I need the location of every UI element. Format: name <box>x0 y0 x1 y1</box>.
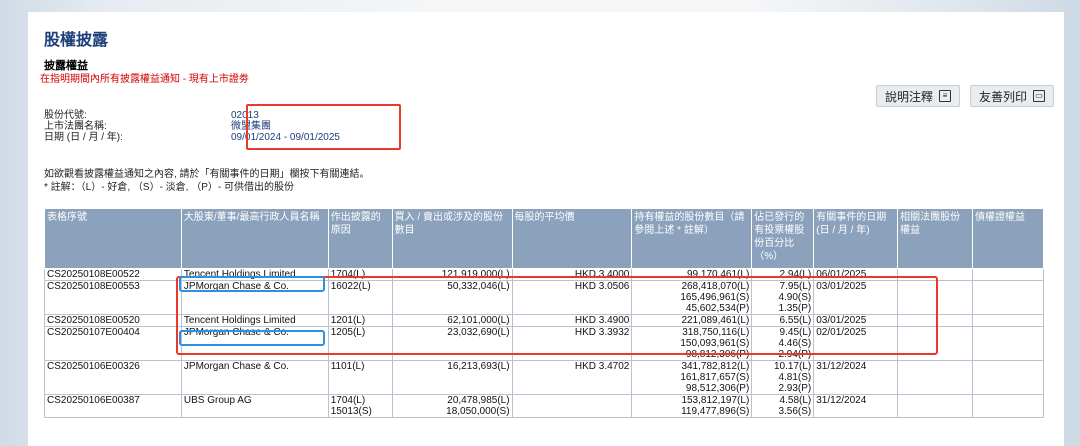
col-header: 債權證權益 <box>972 208 1044 269</box>
stock-code-label: 股份代號: <box>44 110 87 121</box>
cell-id[interactable]: CS20250108E00553 <box>44 280 182 315</box>
notice-text: 在指明期間內所有披露權益通知 - 現有上市證劵 <box>40 74 249 85</box>
disclosure-panel: 股權披露 披露權益 在指明期間內所有披露權益通知 - 現有上市證劵 說明注釋 ≡… <box>28 12 1064 446</box>
highlight-box-tencent-1 <box>179 276 325 292</box>
table-row: CS20250106E00326 JPMorgan Chase & Co. 1101… <box>44 360 1044 395</box>
cell-pct: 10.17(L) 4.81(S) 2.93(P) <box>751 360 815 395</box>
col-header: 買入 / 賣出或涉及的股份數目 <box>391 208 513 269</box>
col-header: 作出披露的原因 <box>327 208 393 269</box>
cell-shares: 20,478,985(L) 18,050,000(S) <box>391 394 513 418</box>
table-header-row: 表格序號 大股東/董事/最高行政人員名稱 作出披露的原因 買入 / 賣出或涉及的… <box>44 208 1044 269</box>
cell-pct: 4.58(L) 3.56(S) <box>751 394 815 418</box>
date-label: 日期 (日 / 月 / 年): <box>44 132 123 143</box>
cell-name: JPMorgan Chase & Co. <box>180 360 329 395</box>
toolbar: 說明注釋 ≡ 友善列印 ▭ <box>875 85 1054 107</box>
document-icon: ≡ <box>938 90 951 102</box>
cell-id[interactable]: CS20250108E00520 <box>44 314 182 327</box>
instructions: 如欲觀看披露權益通知之內容, 請於「有關事件的日期」欄按下有關連結。 * 註解：… <box>44 168 370 194</box>
print-button[interactable]: 友善列印 ▭ <box>969 85 1054 107</box>
instruction-line-2: * 註解：（L）- 好倉, （S）- 淡倉, （P）- 可供借出的股份 <box>44 182 295 193</box>
col-header: 有關事件的日期 (日 / 月 / 年) <box>813 208 899 269</box>
page-title: 股權披露 <box>44 32 109 49</box>
highlight-box-tencent-2 <box>179 330 325 346</box>
cell-empty <box>972 360 1044 395</box>
cell-reason: 1704(L) 15013(S) <box>327 394 393 418</box>
col-header: 佔已發行的有投票權股份百分比（%） <box>751 208 815 269</box>
cell-empty <box>897 394 974 418</box>
cell-held: 153,812,197(L) 119,477,896(S) <box>631 394 753 418</box>
cell-price: HKD 3.4702 <box>511 360 633 395</box>
cell-id[interactable]: CS20250106E00326 <box>44 360 182 395</box>
col-header: 表格序號 <box>44 208 182 269</box>
cell-id[interactable]: CS20250106E00387 <box>44 394 182 418</box>
cell-empty <box>897 360 974 395</box>
cell-name: UBS Group AG <box>180 394 329 418</box>
instruction-line-1: 如欲觀看披露權益通知之內容, 請於「有關事件的日期」欄按下有關連結。 <box>44 169 370 180</box>
print-label: 友善列印 <box>978 89 1027 104</box>
col-header: 每股的平均價 <box>511 208 633 269</box>
cell-date[interactable]: 31/12/2024 <box>813 394 899 418</box>
highlight-box-info <box>246 104 401 150</box>
cell-price <box>511 394 633 418</box>
cell-held: 341,782,812(L) 161,817,657(S) 98,512,306(P… <box>631 360 753 395</box>
col-header: 持有權益的股份數目（請參閱上述 * 註解） <box>631 208 753 269</box>
cell-empty <box>972 280 1044 315</box>
cell-empty <box>972 394 1044 418</box>
explain-label: 說明注釋 <box>884 89 933 104</box>
explain-button[interactable]: 說明注釋 ≡ <box>875 85 960 107</box>
cell-id[interactable]: CS20250108E00522 <box>44 268 182 281</box>
table-row: CS20250106E00387 UBS Group AG 1704(L) 15013… <box>44 394 1044 418</box>
col-header: 相關法團股份權益 <box>897 208 974 269</box>
cell-empty <box>972 326 1044 361</box>
cell-reason: 1101(L) <box>327 360 393 395</box>
col-header: 大股東/董事/最高行政人員名稱 <box>180 208 329 269</box>
cell-empty <box>972 314 1044 327</box>
cell-shares: 16,213,693(L) <box>391 360 513 395</box>
company-label: 上市法團名稱: <box>44 121 107 132</box>
printer-icon: ▭ <box>1033 90 1045 102</box>
cell-empty <box>972 268 1044 281</box>
cell-id[interactable]: CS20250107E00404 <box>44 326 182 361</box>
cell-date[interactable]: 31/12/2024 <box>813 360 899 395</box>
